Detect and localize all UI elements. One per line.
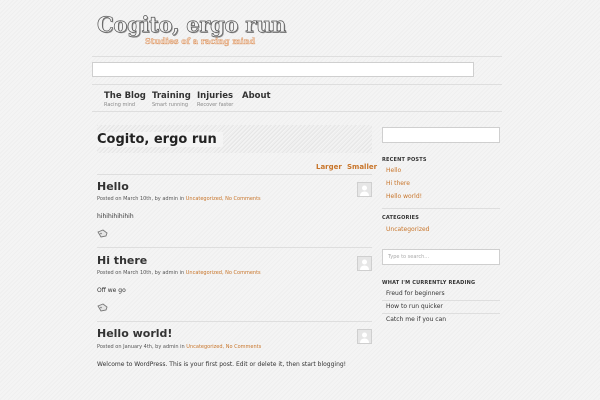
post-meta: Posted on March 10th, by admin in Uncate… xyxy=(97,270,261,276)
avatar-icon xyxy=(357,256,372,271)
post-divider xyxy=(97,174,372,175)
page-title: Cogito, ergo run xyxy=(97,132,223,147)
nav-label: The Blog xyxy=(104,91,146,101)
site-tagline: Studies of a racing mind xyxy=(145,36,256,46)
site-title[interactable]: Cogito, ergo run xyxy=(97,12,287,38)
reading-item: How to run quicker xyxy=(386,303,443,310)
nav-item-training[interactable]: Training Smart running xyxy=(152,91,191,108)
sidebar-divider xyxy=(382,208,500,209)
avatar-icon xyxy=(357,182,372,197)
comments-link[interactable]: No Comments xyxy=(225,270,261,276)
category-link[interactable]: Uncategorized, xyxy=(186,344,224,350)
comments-link[interactable]: No Comments xyxy=(226,344,262,350)
post-meta: Posted on January 4th, by admin in Uncat… xyxy=(97,344,261,350)
nav-divider-bottom xyxy=(92,111,502,112)
post-meta-text: Posted on March 10th, by admin in xyxy=(97,270,185,276)
recent-post-link[interactable]: Hello world! xyxy=(386,193,422,200)
nav-sublabel: Racing mind xyxy=(104,102,136,108)
larger-text-link[interactable]: Larger xyxy=(316,163,342,171)
sidebar-top-input[interactable] xyxy=(382,127,500,143)
recent-posts-heading: RECENT POSTS xyxy=(382,157,427,163)
comments-link[interactable]: No Comments xyxy=(225,196,261,202)
tag-icon[interactable] xyxy=(97,229,108,238)
recent-post-link[interactable]: Hi there xyxy=(386,180,410,187)
post-meta-text: Posted on March 10th, by admin in xyxy=(97,196,185,202)
nav-label: Injuries xyxy=(197,91,234,101)
search-placeholder: Type to search... xyxy=(388,254,430,260)
nav-label: Training xyxy=(152,91,191,101)
tag-icon[interactable] xyxy=(97,303,108,312)
post-divider xyxy=(97,247,372,248)
nav-divider-top xyxy=(92,84,502,85)
avatar-icon xyxy=(357,329,372,344)
nav-sublabel: Recover faster xyxy=(197,102,234,108)
reading-item: Freud for beginners xyxy=(386,290,445,297)
header-divider xyxy=(92,56,502,57)
reading-item: Catch me if you can xyxy=(386,316,447,323)
post-meta-text: Posted on January 4th, by admin in xyxy=(97,344,185,350)
post-title[interactable]: Hi there xyxy=(97,254,147,267)
smaller-text-link[interactable]: Smaller xyxy=(347,163,377,171)
header-bar xyxy=(92,62,474,77)
nav-label: About xyxy=(242,91,271,101)
post-body: Off we go xyxy=(97,287,126,294)
reading-divider xyxy=(382,313,500,314)
recent-post-link[interactable]: Hello xyxy=(386,167,401,174)
category-link[interactable]: Uncategorized xyxy=(386,226,429,233)
reading-heading: WHAT I'M CURRENTLY READING xyxy=(382,280,476,286)
categories-heading: CATEGORIES xyxy=(382,215,420,221)
nav-item-about[interactable]: About xyxy=(242,91,271,102)
search-input[interactable]: Type to search... xyxy=(382,249,500,265)
nav-item-the-blog[interactable]: The Blog Racing mind xyxy=(104,91,146,108)
post-body: hihihihihihih xyxy=(97,213,134,220)
reading-divider xyxy=(382,300,500,301)
nav-sublabel: Smart running xyxy=(152,102,189,108)
category-link[interactable]: Uncategorized, xyxy=(186,270,224,276)
nav-item-injuries[interactable]: Injuries Recover faster xyxy=(197,91,233,108)
post-title[interactable]: Hello xyxy=(97,180,129,193)
post-meta: Posted on March 10th, by admin in Uncate… xyxy=(97,196,261,202)
post-title[interactable]: Hello world! xyxy=(97,327,172,340)
post-divider xyxy=(97,321,372,322)
post-body: Welcome to WordPress. This is your first… xyxy=(97,361,347,368)
category-link[interactable]: Uncategorized, xyxy=(186,196,224,202)
